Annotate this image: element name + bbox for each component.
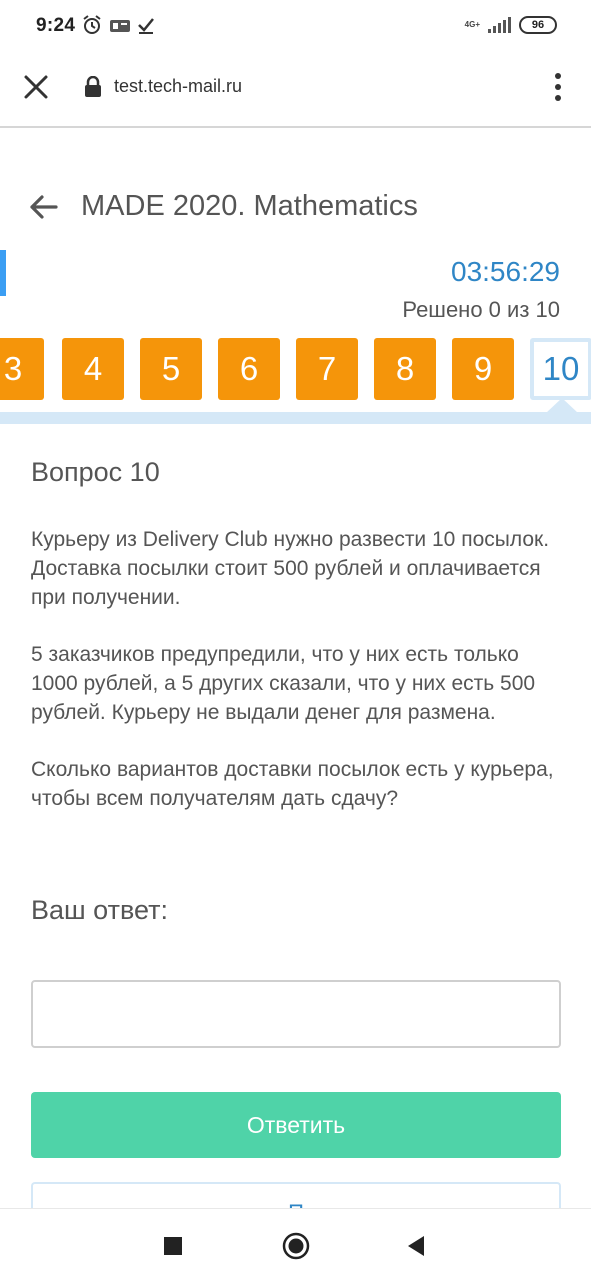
battery-icon: 96 [519, 16, 557, 34]
solved-counter: Решено 0 из 10 [402, 297, 560, 322]
question-title: Вопрос 10 [31, 457, 160, 487]
nav-back-icon[interactable] [404, 1234, 428, 1258]
system-nav-bar [0, 1208, 591, 1280]
vpn-icon [109, 14, 130, 36]
question-tile[interactable]: 3 [0, 338, 44, 400]
status-icons [82, 14, 156, 36]
home-icon[interactable] [282, 1232, 310, 1260]
page-title: MADE 2020. Mathematics [81, 190, 418, 222]
network-label: 4G+ [464, 20, 480, 29]
question-tile-active[interactable]: 10 [530, 338, 591, 400]
status-bar: 9:24 4G+ 96 [0, 0, 591, 54]
timer: 03:56:29 [451, 256, 560, 287]
tiles-divider [0, 412, 591, 424]
url-bar: test.tech-mail.ru [0, 54, 591, 128]
question-paragraph: Сколько вариантов доставки посылок есть … [31, 758, 554, 810]
close-icon[interactable] [22, 73, 50, 101]
question-tiles: 3 4 5 6 7 8 9 10 [0, 338, 591, 402]
question-tile[interactable]: 7 [296, 338, 358, 400]
question-tile[interactable]: 5 [140, 338, 202, 400]
question-paragraph: 5 заказчиков предупредили, что у них ест… [31, 643, 536, 724]
status-right: 4G+ 96 [465, 16, 557, 34]
question-paragraph: Курьеру из Delivery Club нужно развести … [31, 528, 550, 609]
status-time: 9:24 [36, 15, 76, 36]
question-tile[interactable]: 8 [374, 338, 436, 400]
question-body: Курьеру из Delivery Club нужно развести … [31, 525, 566, 841]
question-tile[interactable]: 9 [452, 338, 514, 400]
signal-icon [488, 17, 511, 33]
more-menu-icon[interactable] [553, 72, 563, 102]
question-tile[interactable]: 6 [218, 338, 280, 400]
lock-icon [84, 75, 102, 98]
recents-icon[interactable] [164, 1237, 182, 1255]
answer-label: Ваш ответ: [31, 895, 169, 925]
question-tile[interactable]: 4 [62, 338, 124, 400]
url-text[interactable]: test.tech-mail.ru [114, 76, 242, 97]
back-arrow-icon[interactable] [28, 192, 58, 222]
left-accent [0, 250, 6, 296]
submit-button[interactable]: Ответить [31, 1092, 561, 1158]
answer-input[interactable] [31, 980, 561, 1048]
check-icon [136, 14, 156, 36]
alarm-icon [82, 14, 102, 36]
active-tile-pointer [546, 398, 578, 413]
